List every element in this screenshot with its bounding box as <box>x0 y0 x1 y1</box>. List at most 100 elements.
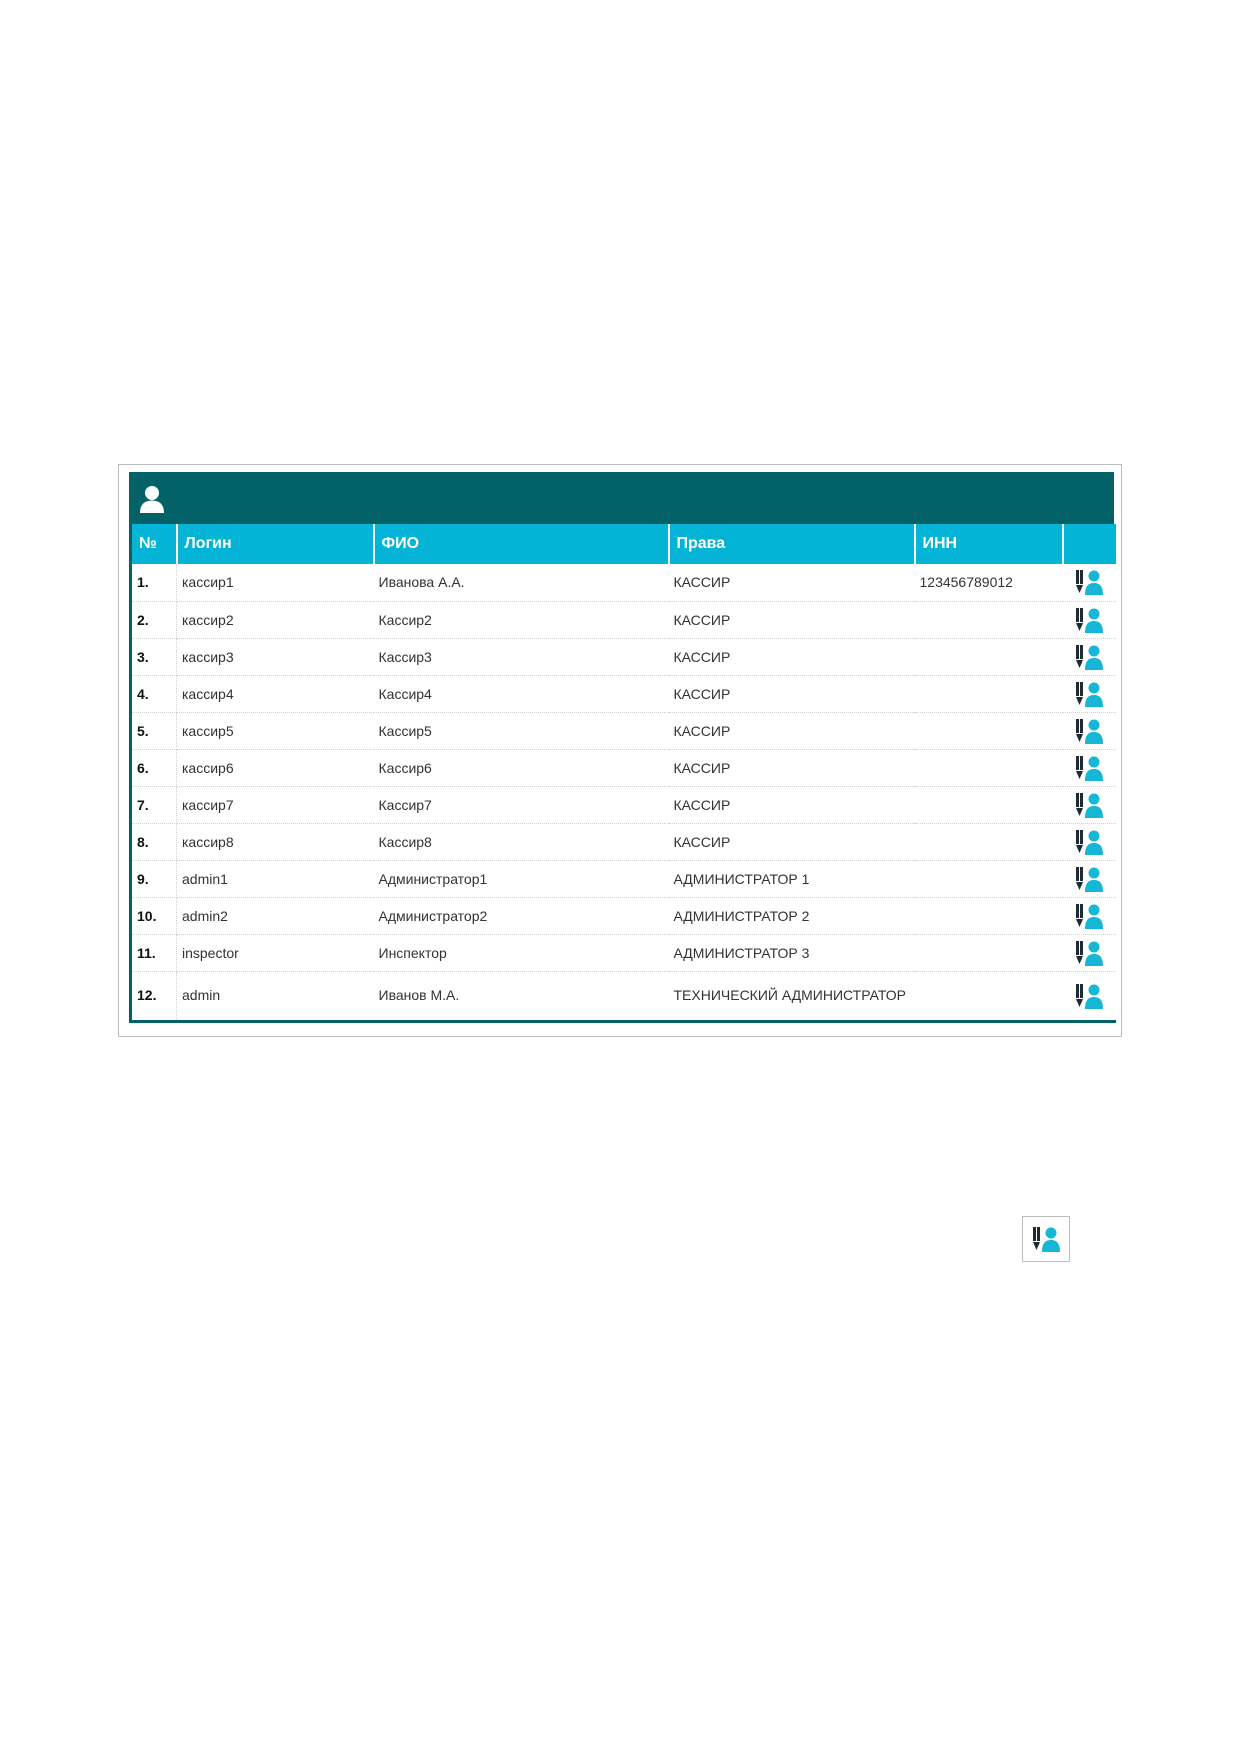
cell-rights: КАССИР <box>668 675 915 713</box>
users-table: № Логин ФИО Права ИНН 1. кассир1 Иванова А… <box>129 524 1116 1023</box>
cell-rights: КАССИР <box>668 749 915 787</box>
cell-rights: КАССИР <box>668 823 915 861</box>
cell-number: 3. <box>130 638 177 676</box>
cell-inn <box>914 823 1063 861</box>
cell-fio: Администратор1 <box>373 860 669 898</box>
cell-number: 11. <box>130 934 177 972</box>
cell-fio: Кассир5 <box>373 712 669 750</box>
cell-number: 10. <box>130 897 177 935</box>
edit-user-button[interactable] <box>1062 675 1116 713</box>
edit-user-button[interactable] <box>1062 712 1116 750</box>
cell-number: 4. <box>130 675 177 713</box>
table-row: 9. admin1 Администратор1 АДМИНИСТРАТОР 1 <box>130 860 1116 898</box>
edit-user-icon <box>1076 755 1103 781</box>
edit-user-button[interactable] <box>1062 897 1116 935</box>
cell-inn <box>914 601 1063 639</box>
column-header-actions <box>1062 524 1116 564</box>
table-row: 12. admin Иванов М.А. ТЕХНИЧЕСКИЙ АДМИНИСТР… <box>130 971 1116 1022</box>
edit-user-button[interactable] <box>1062 823 1116 861</box>
cell-number: 6. <box>130 749 177 787</box>
cell-fio: Кассир6 <box>373 749 669 787</box>
panel-header <box>129 472 1114 524</box>
table-row: 4. кассир4 Кассир4 КАССИР <box>130 675 1116 713</box>
cell-fio: Кассир7 <box>373 786 669 824</box>
cell-login: admin2 <box>176 897 374 935</box>
cell-inn <box>914 675 1063 713</box>
cell-login: admin <box>176 971 374 1022</box>
cell-rights: КАССИР <box>668 564 915 602</box>
cell-number: 9. <box>130 860 177 898</box>
cell-login: кассир5 <box>176 712 374 750</box>
cell-login: кассир8 <box>176 823 374 861</box>
cell-fio: Кассир4 <box>373 675 669 713</box>
edit-user-button[interactable] <box>1062 934 1116 972</box>
cell-inn <box>914 638 1063 676</box>
edit-user-icon <box>1076 903 1103 929</box>
table-row: 8. кассир8 Кассир8 КАССИР <box>130 823 1116 861</box>
user-icon <box>140 486 164 513</box>
edit-user-button[interactable] <box>1062 601 1116 639</box>
cell-fio: Иванов М.А. <box>373 971 669 1022</box>
cell-fio: Администратор2 <box>373 897 669 935</box>
edit-user-button[interactable] <box>1062 564 1116 602</box>
edit-user-icon <box>1076 792 1103 818</box>
cell-rights: КАССИР <box>668 786 915 824</box>
cell-login: кассир4 <box>176 675 374 713</box>
cell-number: 1. <box>130 564 177 602</box>
cell-rights: КАССИР <box>668 712 915 750</box>
edit-user-icon <box>1076 866 1103 892</box>
edit-user-button[interactable] <box>1062 860 1116 898</box>
edit-user-icon <box>1076 570 1103 596</box>
edit-user-button-sample[interactable] <box>1022 1216 1070 1262</box>
edit-user-button[interactable] <box>1062 638 1116 676</box>
edit-user-icon <box>1076 829 1103 855</box>
cell-fio: Иванова А.А. <box>373 564 669 602</box>
cell-inn <box>914 971 1063 1022</box>
table-row: 5. кассир5 Кассир5 КАССИР <box>130 712 1116 750</box>
table-row: 10. admin2 Администратор2 АДМИНИСТРАТОР 2 <box>130 897 1116 935</box>
cell-rights: АДМИНИСТРАТОР 1 <box>668 860 915 898</box>
edit-user-button[interactable] <box>1062 786 1116 824</box>
cell-rights: АДМИНИСТРАТОР 3 <box>668 934 915 972</box>
edit-user-icon <box>1033 1227 1060 1252</box>
edit-user-icon <box>1076 983 1103 1009</box>
cell-login: кассир1 <box>176 564 374 602</box>
users-table-body: 1. кассир1 Иванова А.А. КАССИР 123456789012 2… <box>130 564 1116 1022</box>
table-row: 3. кассир3 Кассир3 КАССИР <box>130 638 1116 676</box>
table-row: 11. inspector Инспектор АДМИНИСТРАТОР 3 <box>130 934 1116 972</box>
cell-login: кассир6 <box>176 749 374 787</box>
table-row: 2. кассир2 Кассир2 КАССИР <box>130 601 1116 639</box>
table-row: 6. кассир6 Кассир6 КАССИР <box>130 749 1116 787</box>
table-row: 7. кассир7 Кассир7 КАССИР <box>130 786 1116 824</box>
edit-user-icon <box>1076 718 1103 744</box>
column-header-fio: ФИО <box>373 524 670 564</box>
cell-login: кассир2 <box>176 601 374 639</box>
edit-user-button[interactable] <box>1062 971 1116 1022</box>
cell-inn <box>914 749 1063 787</box>
cell-number: 8. <box>130 823 177 861</box>
cell-number: 12. <box>130 971 177 1022</box>
cell-login: admin1 <box>176 860 374 898</box>
column-header-number: № <box>130 524 178 564</box>
cell-rights: ТЕХНИЧЕСКИЙ АДМИНИСТРАТОР <box>668 971 915 1022</box>
users-panel: № Логин ФИО Права ИНН 1. кассир1 Иванова А… <box>129 472 1116 1023</box>
table-header-row: № Логин ФИО Права ИНН <box>130 524 1116 564</box>
cell-login: кассир3 <box>176 638 374 676</box>
column-header-rights: Права <box>668 524 916 564</box>
cell-rights: КАССИР <box>668 601 915 639</box>
table-row: 1. кассир1 Иванова А.А. КАССИР 123456789012 <box>130 564 1116 602</box>
edit-user-icon <box>1076 607 1103 633</box>
column-header-login: Логин <box>176 524 375 564</box>
cell-login: кассир7 <box>176 786 374 824</box>
cell-inn <box>914 712 1063 750</box>
column-header-inn: ИНН <box>914 524 1064 564</box>
edit-user-icon <box>1076 681 1103 707</box>
cell-inn <box>914 934 1063 972</box>
cell-fio: Инспектор <box>373 934 669 972</box>
edit-user-icon <box>1076 940 1103 966</box>
cell-fio: Кассир2 <box>373 601 669 639</box>
edit-user-button[interactable] <box>1062 749 1116 787</box>
cell-rights: АДМИНИСТРАТОР 2 <box>668 897 915 935</box>
cell-number: 2. <box>130 601 177 639</box>
cell-fio: Кассир3 <box>373 638 669 676</box>
